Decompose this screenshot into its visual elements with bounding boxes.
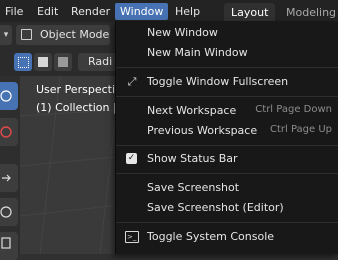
menu-separator [116, 96, 338, 97]
select-extend-icon [38, 57, 48, 67]
select-cursor-icon [0, 90, 12, 102]
menu-separator [116, 222, 338, 223]
object-mode-dropdown[interactable]: Object Mode [16, 25, 110, 45]
move-icon [2, 174, 11, 182]
scale-icon [1, 237, 11, 249]
cursor-icon [0, 126, 12, 138]
select-extend-button[interactable] [34, 53, 52, 71]
menu-item-new-main-window[interactable]: New Main Window [116, 43, 338, 63]
select-box-icon [18, 57, 29, 68]
menu-window[interactable]: Window [115, 3, 169, 20]
object-mode-icon [21, 29, 32, 40]
chevron-down-icon[interactable]: ▾ [0, 25, 12, 45]
menu-item-label: Previous Workspace [147, 124, 258, 137]
radius-button[interactable]: Radi [78, 53, 118, 71]
left-toolbar [0, 76, 20, 260]
menu-separator [116, 145, 338, 146]
rotate-icon [0, 206, 12, 218]
move-tool-button[interactable] [0, 164, 18, 192]
menu-item-save-screenshot-editor[interactable]: Save Screenshot (Editor) [116, 198, 338, 218]
menu-item-label: New Main Window [147, 46, 248, 59]
window-menu-dropdown: New Window New Main Window ⤢ Toggle Wind… [115, 21, 338, 254]
menu-item-label: Save Screenshot (Editor) [147, 201, 284, 214]
view-name-label: User Perspectiv [36, 83, 122, 96]
menu-render[interactable]: Render [66, 3, 115, 20]
object-mode-label: Object Mode [40, 28, 110, 41]
menu-item-show-status-bar[interactable]: ✓ Show Status Bar [116, 149, 338, 169]
menu-item-label: Show Status Bar [147, 152, 238, 165]
checkbox-checked-icon[interactable]: ✓ [126, 153, 137, 164]
menu-item-toggle-fullscreen[interactable]: ⤢ Toggle Window Fullscreen [116, 72, 338, 92]
menu-item-next-workspace[interactable]: Next Workspace Ctrl Page Down [116, 101, 338, 121]
menu-item-toggle-system-console[interactable]: >_ Toggle System Console [116, 227, 338, 247]
menu-item-label: Toggle Window Fullscreen [147, 75, 289, 88]
menu-item-shortcut: Ctrl Page Down [255, 104, 332, 115]
menu-file[interactable]: File [0, 3, 28, 20]
collection-info-label: (1) Collection | [36, 101, 117, 114]
menu-item-label: Toggle System Console [147, 230, 275, 243]
menu-item-save-screenshot[interactable]: Save Screenshot [116, 178, 338, 198]
menu-item-new-window[interactable]: New Window [116, 23, 338, 43]
menu-item-previous-workspace[interactable]: Previous Workspace Ctrl Page Up [116, 121, 338, 141]
menu-item-label: Next Workspace [147, 104, 237, 117]
select-subtract-button[interactable] [54, 53, 72, 71]
menu-edit[interactable]: Edit [32, 3, 63, 20]
scale-tool-button[interactable] [0, 232, 18, 260]
console-icon: >_ [125, 231, 139, 243]
menu-item-shortcut: Ctrl Page Up [269, 124, 332, 135]
menu-item-label: Save Screenshot [147, 181, 240, 194]
menu-item-label: New Window [147, 26, 218, 39]
cursor-tool-button[interactable] [0, 118, 18, 146]
menu-separator [116, 67, 338, 68]
fullscreen-icon: ⤢ [127, 75, 137, 88]
tab-modeling[interactable]: Modeling [279, 3, 338, 22]
tab-layout[interactable]: Layout [224, 3, 276, 22]
select-new-button[interactable] [14, 53, 32, 71]
menu-help[interactable]: Help [170, 3, 205, 20]
top-menubar: File Edit Render Window Help Layout Mode… [0, 0, 338, 22]
menu-separator [116, 173, 338, 174]
select-subtract-icon [58, 57, 68, 67]
rotate-tool-button[interactable] [0, 198, 18, 226]
select-tool-button[interactable] [0, 82, 18, 110]
